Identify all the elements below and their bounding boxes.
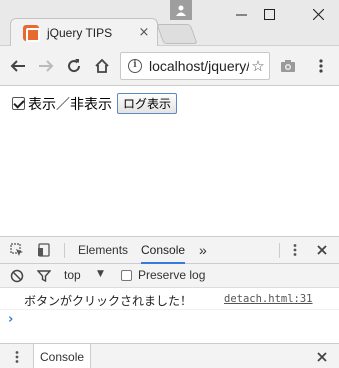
reload-icon[interactable] [64,56,84,76]
devtools-menu-icon[interactable] [287,242,303,258]
info-icon[interactable]: i [128,59,142,73]
url-text[interactable]: localhost/jquery/detach.html [149,58,249,74]
drawer-menu-icon[interactable] [9,349,25,365]
tab-elements[interactable]: Elements [78,237,128,264]
console-prompt-icon[interactable]: › [8,312,13,327]
menu-kebab-icon[interactable] [311,56,331,76]
drawer-close-icon[interactable] [314,349,330,365]
devtools-drawer: Console [0,343,339,368]
toggle-row: 表示／非表示 ログ表示 [12,93,178,114]
filter-funnel-icon[interactable] [36,268,52,284]
log-button[interactable]: ログ表示 [117,93,178,114]
preserve-log-checkbox[interactable] [121,270,132,281]
device-toolbar-icon[interactable] [36,242,52,258]
close-window-button[interactable] [298,0,338,28]
console-message-text: ボタンがクリックされました！ [24,294,193,308]
chevron-down-icon[interactable]: ▼ [97,269,104,279]
devtools-close-icon[interactable] [314,242,330,258]
new-tab-button[interactable] [156,24,198,44]
maximize-button[interactable] [249,0,289,28]
toggle-label: 表示／非表示 [28,96,112,113]
devtools-panel: Elements Console » top ▼ Preserve log ボタ… [0,236,339,368]
toggle-checkbox[interactable] [12,97,25,110]
page-content: 表示／非表示 ログ表示 [0,86,339,236]
browser-toolbar: i localhost/jquery/detach.html ☆ [0,46,339,86]
browser-tab[interactable]: jQuery TIPS × [10,18,158,46]
tab-console[interactable]: Console [141,237,186,264]
console-message: ボタンがクリックされました！ detach.html:31 [0,288,339,310]
tab-title: jQuery TIPS [47,25,113,40]
context-selector[interactable]: top [64,268,81,282]
console-filter-bar: top ▼ Preserve log [0,264,339,288]
drawer-tab-console[interactable]: Console [33,344,92,368]
clear-console-icon[interactable] [9,268,25,284]
camera-icon[interactable] [278,56,298,76]
bookmark-star-icon[interactable]: ☆ [249,57,267,75]
xampp-favicon-icon [23,24,40,42]
back-arrow-icon[interactable] [8,56,28,76]
address-bar[interactable]: i localhost/jquery/detach.html ☆ [120,52,270,80]
inspect-element-icon[interactable] [9,242,25,258]
devtools-tab-bar: Elements Console » [0,237,339,264]
more-tabs-icon[interactable]: » [199,237,207,264]
home-icon[interactable] [92,56,112,76]
toolbar-divider [64,243,65,258]
preserve-log-label: Preserve log [138,268,206,282]
toolbar-divider [279,243,280,258]
console-message-source-link[interactable]: detach.html:31 [224,293,313,305]
forward-arrow-icon[interactable] [36,56,56,76]
tab-close-icon[interactable]: × [135,25,153,40]
title-bar: jQuery TIPS × [0,0,339,46]
console-output: ボタンがクリックされました！ detach.html:31 › [0,288,339,343]
profile-icon[interactable] [170,0,192,20]
